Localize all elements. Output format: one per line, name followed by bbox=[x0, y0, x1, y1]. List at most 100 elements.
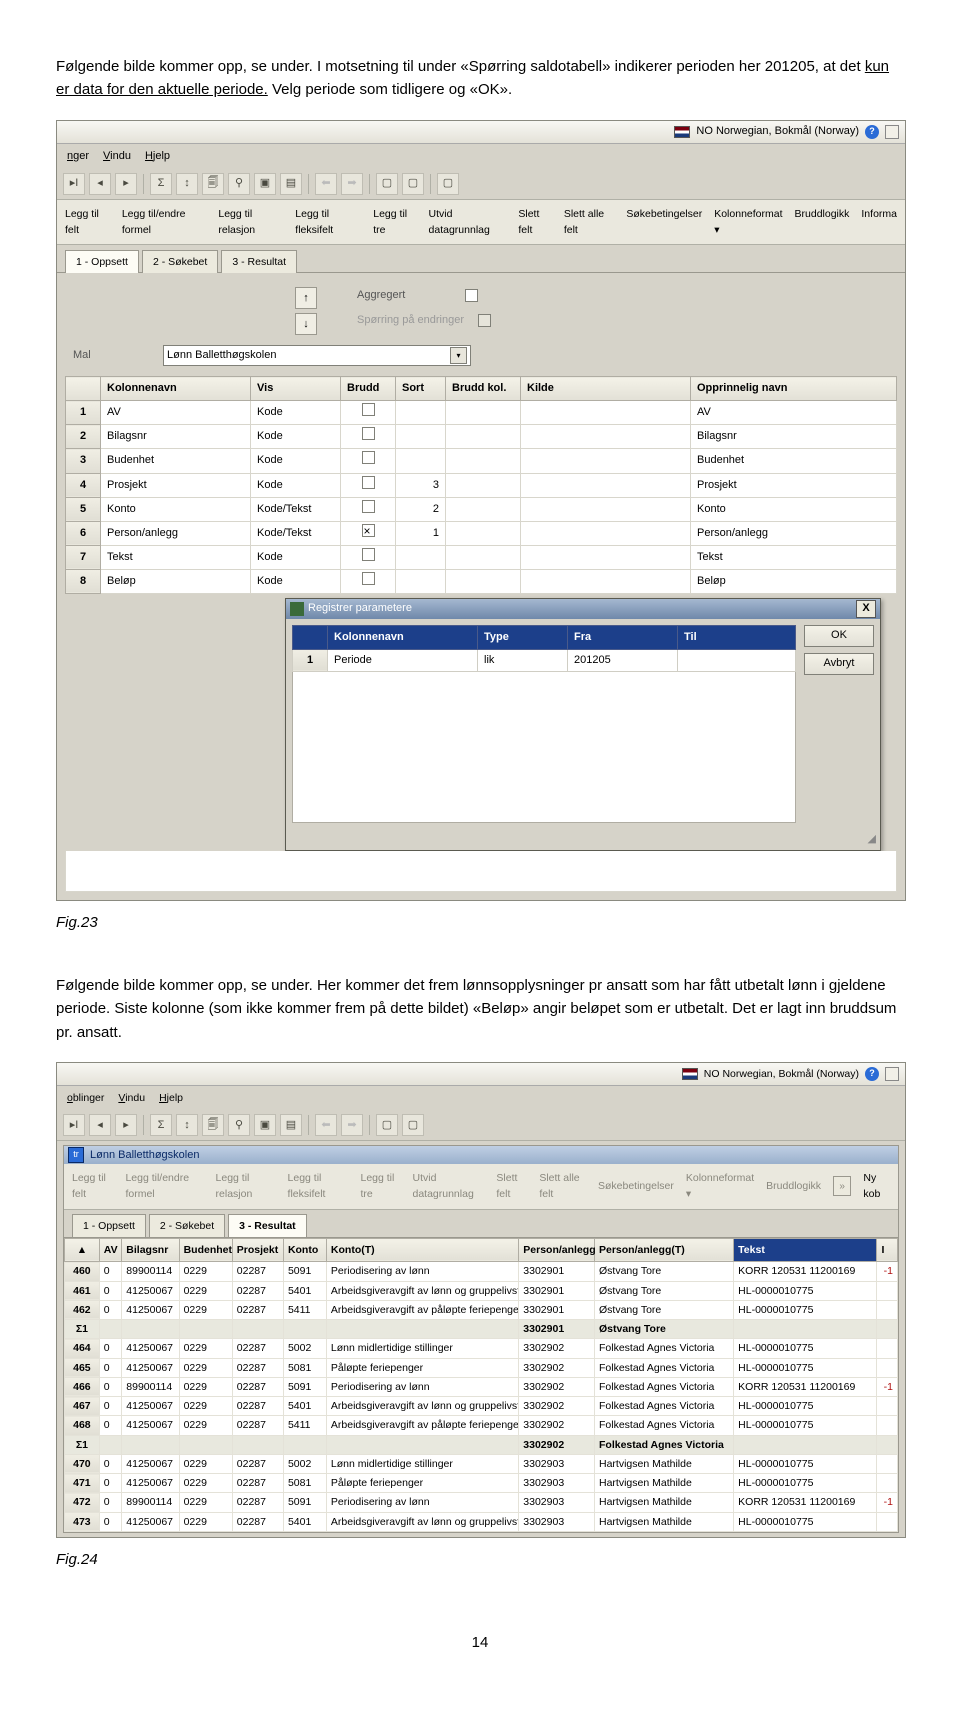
grid-row[interactable]: 6Person/anleggKode/Tekst1Person/anlegg bbox=[66, 521, 897, 545]
cell-konto[interactable]: 5401 bbox=[283, 1397, 326, 1416]
cell-av[interactable]: 0 bbox=[99, 1454, 122, 1473]
cell-personanlegg[interactable]: 3302902 bbox=[519, 1339, 595, 1358]
cell-av[interactable]: 0 bbox=[99, 1512, 122, 1531]
mal-dropdown[interactable]: Lønn Balletthøgskolen ▾ bbox=[163, 345, 471, 366]
cell-brudd[interactable] bbox=[341, 473, 396, 497]
rhdr-kontot[interactable]: Konto(T) bbox=[326, 1238, 518, 1261]
cell-kilde[interactable] bbox=[521, 521, 691, 545]
cell-kontot[interactable] bbox=[326, 1320, 518, 1339]
move-up-button[interactable]: ↑ bbox=[295, 287, 317, 309]
cell-budenhet[interactable]: 0229 bbox=[179, 1281, 232, 1300]
toolbar-btn[interactable]: ▢ bbox=[402, 173, 424, 195]
cell-brudd[interactable] bbox=[341, 569, 396, 593]
hdr-vis[interactable]: Vis bbox=[251, 377, 341, 401]
cell-budenhet[interactable]: 0229 bbox=[179, 1397, 232, 1416]
cell-bilagsnr[interactable]: 41250067 bbox=[122, 1358, 179, 1377]
cell-budenhet[interactable]: 0229 bbox=[179, 1493, 232, 1512]
cell-konto[interactable]: 5081 bbox=[283, 1474, 326, 1493]
cell-prosjekt[interactable]: 02287 bbox=[232, 1300, 283, 1319]
grid-row[interactable]: 7TekstKodeTekst bbox=[66, 545, 897, 569]
cell-tekst[interactable]: HL-0000010775 bbox=[734, 1397, 877, 1416]
cell-personanleggt[interactable]: Folkestad Agnes Victoria bbox=[595, 1339, 734, 1358]
grid-row[interactable]: 8BeløpKodeBeløp bbox=[66, 569, 897, 593]
overflow-button[interactable]: » bbox=[833, 1176, 851, 1196]
cell-prosjekt[interactable]: 02287 bbox=[232, 1358, 283, 1377]
cell-vis[interactable]: Kode bbox=[251, 425, 341, 449]
cell-brudd[interactable] bbox=[341, 449, 396, 473]
toolbar-btn[interactable]: ⚲ bbox=[228, 1114, 250, 1136]
cell-brudd[interactable] bbox=[341, 521, 396, 545]
toolbar-btn[interactable]: 🗐 bbox=[202, 173, 224, 195]
toolbar-btn[interactable]: ➡ bbox=[341, 173, 363, 195]
cell-personanlegg[interactable]: 3302903 bbox=[519, 1454, 595, 1473]
cell-prosjekt[interactable]: 02287 bbox=[232, 1454, 283, 1473]
tb-kolonneformat[interactable]: Kolonneformat ▾ bbox=[714, 206, 782, 239]
cell-sort[interactable] bbox=[396, 545, 446, 569]
tb-utvid-datagrunnlag[interactable]: Utvid datagrunnlag bbox=[429, 206, 507, 239]
cell-kolonnenavn[interactable]: Tekst bbox=[101, 545, 251, 569]
tb-kolonneformat[interactable]: Kolonneformat ▾ bbox=[686, 1170, 754, 1203]
rhdr-tekst[interactable]: Tekst bbox=[734, 1238, 877, 1261]
cell-kolonnenavn[interactable]: Prosjekt bbox=[101, 473, 251, 497]
cell-kontot[interactable]: Arbeidsgiveravgift av påløpte feriepenge… bbox=[326, 1416, 518, 1435]
cell-bilagsnr[interactable]: 41250067 bbox=[122, 1416, 179, 1435]
cell-i[interactable] bbox=[877, 1397, 898, 1416]
cell-bruddkol[interactable] bbox=[446, 497, 521, 521]
result-row[interactable]: 4710412500670229022875081Påløpte feriepe… bbox=[65, 1474, 898, 1493]
cell-kontot[interactable]: Lønn midlertidige stillinger bbox=[326, 1454, 518, 1473]
cell-konto[interactable]: 5002 bbox=[283, 1339, 326, 1358]
cell-tekst[interactable]: HL-0000010775 bbox=[734, 1339, 877, 1358]
cell-bruddkol[interactable] bbox=[446, 473, 521, 497]
result-row[interactable]: 4650412500670229022875081Påløpte feriepe… bbox=[65, 1358, 898, 1377]
hdr-kolonnenavn[interactable]: Kolonnenavn bbox=[101, 377, 251, 401]
tb-bruddlogikk[interactable]: Bruddlogikk bbox=[795, 206, 850, 239]
cell-opprinnelig[interactable]: Bilagsnr bbox=[691, 425, 897, 449]
cell-konto[interactable]: 5401 bbox=[283, 1512, 326, 1531]
cell-opprinnelig[interactable]: Budenhet bbox=[691, 449, 897, 473]
cell-bilagsnr[interactable]: 41250067 bbox=[122, 1474, 179, 1493]
toolbar-btn[interactable]: ◂ bbox=[89, 1114, 111, 1136]
cell-personanlegg[interactable]: 3302902 bbox=[519, 1435, 595, 1454]
cell-kontot[interactable] bbox=[326, 1435, 518, 1454]
param-fra[interactable]: 201205 bbox=[568, 649, 678, 671]
cell-budenhet[interactable]: 0229 bbox=[179, 1474, 232, 1493]
cell-i[interactable] bbox=[877, 1300, 898, 1319]
toolbar-btn[interactable]: ▸I bbox=[63, 173, 85, 195]
cell-i[interactable] bbox=[877, 1512, 898, 1531]
tb-legg-til-felt[interactable]: Legg til felt bbox=[65, 206, 110, 239]
cell-kilde[interactable] bbox=[521, 425, 691, 449]
cell-sort[interactable]: 1 bbox=[396, 521, 446, 545]
toolbar-btn[interactable]: ➡ bbox=[341, 1114, 363, 1136]
phdr-til[interactable]: Til bbox=[678, 625, 796, 649]
result-row[interactable]: 4620412500670229022875411Arbeidsgiveravg… bbox=[65, 1300, 898, 1319]
cell-kilde[interactable] bbox=[521, 545, 691, 569]
cell-opprinnelig[interactable]: Prosjekt bbox=[691, 473, 897, 497]
menu-vindu[interactable]: Vindu bbox=[103, 148, 131, 165]
rhdr-bilagsnr[interactable]: Bilagsnr bbox=[122, 1238, 179, 1261]
cell-sort[interactable]: 2 bbox=[396, 497, 446, 521]
grid-row[interactable]: 4ProsjektKode3Prosjekt bbox=[66, 473, 897, 497]
cell-personanleggt[interactable]: Folkestad Agnes Victoria bbox=[595, 1358, 734, 1377]
param-til[interactable] bbox=[678, 649, 796, 671]
rhdr-personanlegg[interactable]: Person/anlegg bbox=[519, 1238, 595, 1261]
cell-av[interactable]: 0 bbox=[99, 1474, 122, 1493]
cell-opprinnelig[interactable]: Beløp bbox=[691, 569, 897, 593]
toolbar-btn[interactable]: ▸ bbox=[115, 173, 137, 195]
result-row[interactable]: 4610412500670229022875401Arbeidsgiveravg… bbox=[65, 1281, 898, 1300]
cell-av[interactable]: 0 bbox=[99, 1493, 122, 1512]
cell-konto[interactable] bbox=[283, 1320, 326, 1339]
cell-personanlegg[interactable]: 3302901 bbox=[519, 1320, 595, 1339]
cell-personanleggt[interactable]: Folkestad Agnes Victoria bbox=[595, 1377, 734, 1396]
cell-bilagsnr[interactable] bbox=[122, 1435, 179, 1454]
toolbar-btn[interactable]: ▣ bbox=[254, 1114, 276, 1136]
result-row[interactable]: 4660899001140229022875091Periodisering a… bbox=[65, 1377, 898, 1396]
cell-tekst[interactable]: HL-0000010775 bbox=[734, 1281, 877, 1300]
cell-i[interactable] bbox=[877, 1416, 898, 1435]
cell-av[interactable] bbox=[99, 1435, 122, 1454]
cell-personanlegg[interactable]: 3302901 bbox=[519, 1300, 595, 1319]
cell-i[interactable] bbox=[877, 1454, 898, 1473]
menu-hjelp[interactable]: Hjelp bbox=[159, 1090, 183, 1106]
cell-prosjekt[interactable]: 02287 bbox=[232, 1262, 283, 1281]
toolbar-btn[interactable]: ▸ bbox=[115, 1114, 137, 1136]
cell-i[interactable] bbox=[877, 1281, 898, 1300]
